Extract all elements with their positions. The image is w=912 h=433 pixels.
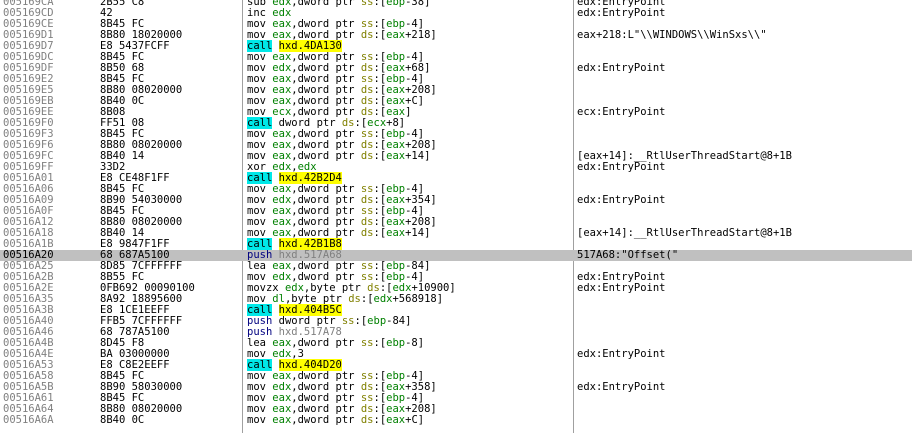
instruction-token: ptr xyxy=(335,150,355,162)
instruction-token: +14 xyxy=(405,150,425,162)
instruction-token: ] xyxy=(424,227,431,239)
table-row[interactable]: 00516A6A 8B40 0C mov eax,dword ptr ds:[eax… xyxy=(0,415,912,426)
instruction-token: ebp xyxy=(367,315,387,327)
disassembly-listing[interactable]: 005169CA 2B55 C8 sub edx,dword ptr ss:[ebp… xyxy=(0,0,912,426)
instruction-token: +218 xyxy=(405,29,431,41)
instruction-token: ptr xyxy=(335,414,355,426)
instruction-token: -84 xyxy=(386,315,406,327)
comment-cell: edx:EntryPoint xyxy=(577,7,666,19)
instruction-token: ] xyxy=(430,29,437,41)
instruction-token: ] xyxy=(405,315,412,327)
instruction-token: eax xyxy=(272,414,292,426)
table-row[interactable]: 005169FC 8B40 14 mov eax,dword ptr ds:[eax… xyxy=(0,151,912,162)
instruction-token: ] xyxy=(430,194,437,206)
instruction-token: ebp xyxy=(386,0,406,8)
instruction-token: ss xyxy=(341,315,355,327)
instruction-token: ] xyxy=(430,381,437,393)
instruction-token: dword xyxy=(297,0,330,8)
instruction-token: ds xyxy=(348,293,361,305)
instruction-token: ds xyxy=(360,150,374,162)
instruction-token: ] xyxy=(417,95,425,107)
instruction-token: eax xyxy=(386,227,406,239)
comment-cell: edx:EntryPoint xyxy=(577,348,666,360)
comment-cell: edx:EntryPoint xyxy=(577,282,666,294)
instruction-token: ss xyxy=(360,0,374,8)
instruction-token: ] xyxy=(430,403,437,415)
comment-cell: eax+218:L"\\WINDOWS\\WinSxs\\" xyxy=(577,29,767,41)
instruction-token: ] xyxy=(424,260,431,272)
instruction-token: eax xyxy=(386,150,406,162)
instruction-token: ds xyxy=(360,227,374,239)
instruction-token: ds xyxy=(360,29,374,41)
instruction-token: ptr xyxy=(335,337,355,349)
comment-cell: [eax+14]:__RtlUserThreadStart@8+1B xyxy=(577,227,792,239)
comment-cell: edx:EntryPoint xyxy=(577,161,666,173)
comment-cell: edx:EntryPoint xyxy=(577,194,666,206)
instruction-token: ] xyxy=(424,150,431,162)
instruction-token: dword xyxy=(297,414,330,426)
instruction-token: ] xyxy=(436,293,444,305)
instruction-token: ] xyxy=(417,337,425,349)
comment-cell: ecx:EntryPoint xyxy=(577,106,666,118)
instruction-token: ] xyxy=(449,282,456,294)
instruction-token: ds xyxy=(360,414,374,426)
instruction-cell: mov eax,dword ptr ds:[eax+C]mov eax,dwor… xyxy=(247,415,424,426)
instruction-token: mov xyxy=(247,414,266,426)
address-cell: 00516A6A xyxy=(3,414,54,426)
comment-cell: 517A68:"Offset(" xyxy=(577,249,679,261)
instruction-token: ] xyxy=(430,216,437,228)
instruction-token: ] xyxy=(405,106,412,118)
comment-cell: edx:EntryPoint xyxy=(577,381,666,393)
table-row[interactable]: 005169EB 8B40 0C mov eax,dword ptr ds:[eax… xyxy=(0,96,912,107)
instruction-token: ] xyxy=(424,0,431,8)
instruction-token: +568918 xyxy=(392,293,437,305)
instruction-token: -8 xyxy=(405,337,418,349)
instruction-token: eax xyxy=(386,29,406,41)
comment-cell: edx:EntryPoint xyxy=(577,62,666,74)
instruction-token: ] xyxy=(417,414,425,426)
instruction-token: ptr xyxy=(335,0,355,8)
instruction-token: ] xyxy=(430,84,437,96)
table-row[interactable]: 005169CA 2B55 C8 sub edx,dword ptr ss:[ebp… xyxy=(0,0,912,8)
instruction-token: -38 xyxy=(405,0,425,8)
instruction-token: ebp xyxy=(386,337,406,349)
instruction-token: edx xyxy=(373,293,393,305)
instruction-token: +14 xyxy=(405,227,425,239)
instruction-token: eax xyxy=(386,414,406,426)
instruction-token: ] xyxy=(430,139,437,151)
instruction-token: ] xyxy=(424,62,431,74)
bytes-cell: 8B40 0C xyxy=(100,414,145,426)
instruction-token: ss xyxy=(360,337,374,349)
